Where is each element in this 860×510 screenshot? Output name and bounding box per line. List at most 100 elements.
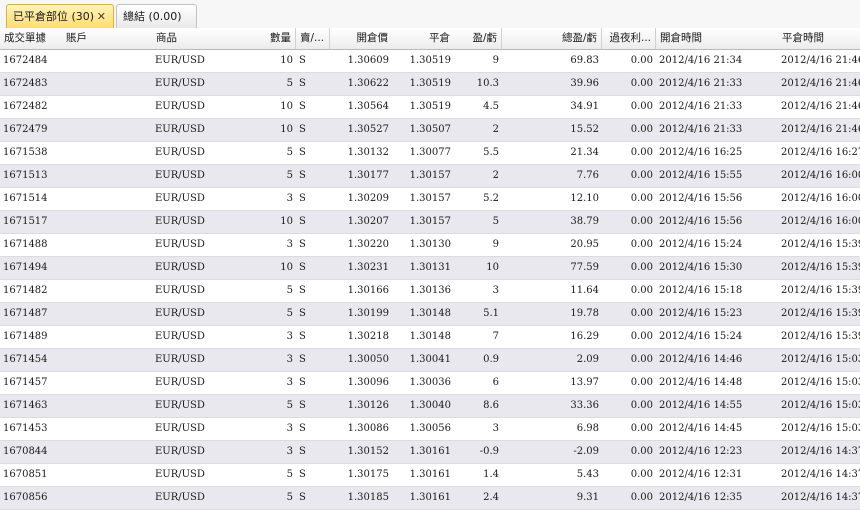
cell-open-time: 2012/4/16 15:55 [659,170,743,181]
column-header-open-time[interactable]: 開倉時間 [656,28,778,49]
cell-rollover: 0.00 [630,423,653,434]
table-row[interactable]: 1671482 EUR/USD 5 S 1.30166 1.30136 3 11.64 0.00… [0,280,860,303]
column-header-close-price[interactable]: 平倉 [392,28,454,49]
column-header-side[interactable]: 賣/... [296,28,330,49]
cell-ticket: 1671494 [3,262,48,273]
cell-symbol: EUR/USD [155,354,205,365]
table-row[interactable]: 1672484 EUR/USD 10 S 1.30609 1.30519 9 69.83 0.0… [0,50,860,73]
cell-quantity: 5 [286,147,293,158]
cell-close-time: 2012/4/16 15:39 [781,331,860,342]
cell-rollover: 0.00 [630,78,653,89]
cell-pl: 2 [492,124,499,135]
cell-quantity: 3 [286,423,293,434]
cell-total-pl: 33.36 [570,400,599,411]
column-header-account[interactable]: 賬戶 [62,28,152,49]
cell-close-price: 1.30148 [409,308,451,319]
table-row[interactable]: 1671453 EUR/USD 3 S 1.30086 1.30056 3 6.98 0.00 2… [0,418,860,441]
cell-total-pl: 21.34 [570,147,599,158]
cell-symbol: EUR/USD [155,170,205,181]
column-header-ticket[interactable]: 成交單據 [0,28,62,49]
cell-side: S [299,216,306,227]
table-row[interactable]: 1671457 EUR/USD 3 S 1.30096 1.30036 6 13.97 0.00… [0,372,860,395]
cell-close-time: 2012/4/16 21:46 [781,55,860,66]
table-row[interactable]: 1670851 EUR/USD 5 S 1.30175 1.30161 1.4 5.43 0.0… [0,464,860,487]
cell-quantity: 5 [286,308,293,319]
table-row[interactable]: 1670856 EUR/USD 5 S 1.30185 1.30161 2.4 9.31 0.0… [0,487,860,510]
table-row[interactable]: 1671488 EUR/USD 3 S 1.30220 1.30130 9 20.95 0.00… [0,234,860,257]
cell-account [62,487,152,509]
cell-rollover: 0.00 [630,354,653,365]
column-header-rollover[interactable]: 過夜利... [602,28,656,49]
cell-pl: 5.1 [483,308,499,319]
cell-close-time: 2012/4/16 16:00 [781,216,860,227]
cell-quantity: 10 [280,216,293,227]
tab-summary[interactable]: 總結 (0.00) [116,4,197,28]
cell-rollover: 0.00 [630,308,653,319]
cell-open-price: 1.30218 [347,331,389,342]
cell-open-time: 2012/4/16 21:33 [659,124,743,135]
column-header-open-price[interactable]: 開倉價 [330,28,392,49]
closed-positions-table: 成交單據 賬戶 商品 數量 賣/... 開倉價 平倉 盈/虧 總盈/虧 過夜利... 開倉時間 平倉時… [0,28,860,510]
cell-open-time: 2012/4/16 12:31 [659,469,743,480]
table-row[interactable]: 1671454 EUR/USD 3 S 1.30050 1.30041 0.9 2.09 0.0… [0,349,860,372]
cell-account [62,142,152,164]
cell-rollover: 0.00 [630,239,653,250]
table-body: 1672484 EUR/USD 10 S 1.30609 1.30519 9 69.83 0.0… [0,50,860,510]
cell-symbol: EUR/USD [155,331,205,342]
table-row[interactable]: 1671538 EUR/USD 5 S 1.30132 1.30077 5.5 21.34 0.… [0,142,860,165]
cell-side: S [299,308,306,319]
cell-open-price: 1.30564 [347,101,389,112]
table-row[interactable]: 1671489 EUR/USD 3 S 1.30218 1.30148 7 16.29 0.00… [0,326,860,349]
close-icon[interactable]: ✕ [97,5,106,28]
table-row[interactable]: 1671514 EUR/USD 3 S 1.30209 1.30157 5.2 12.10 0.… [0,188,860,211]
table-row[interactable]: 1672482 EUR/USD 10 S 1.30564 1.30519 4.5 34.91 0… [0,96,860,119]
cell-account [62,211,152,233]
table-row[interactable]: 1671517 EUR/USD 10 S 1.30207 1.30157 5 38.79 0.0… [0,211,860,234]
cell-total-pl: 7.76 [576,170,599,181]
column-header-total-pl[interactable]: 總盈/虧 [502,28,602,49]
column-header-pl[interactable]: 盈/虧 [454,28,502,49]
cell-side: S [299,377,306,388]
cell-ticket: 1670844 [3,446,48,457]
cell-open-time: 2012/4/16 15:56 [659,216,743,227]
table-row[interactable]: 1671487 EUR/USD 5 S 1.30199 1.30148 5.1 19.78 0.… [0,303,860,326]
cell-account [62,303,152,325]
table-row[interactable]: 1671513 EUR/USD 5 S 1.30177 1.30157 2 7.76 0.00 2… [0,165,860,188]
cell-side: S [299,354,306,365]
cell-total-pl: 77.59 [570,262,599,273]
cell-total-pl: 20.95 [570,239,599,250]
column-header-quantity[interactable]: 數量 [228,28,296,49]
cell-open-price: 1.30231 [347,262,389,273]
cell-side: S [299,446,306,457]
cell-total-pl: 11.64 [570,285,599,296]
cell-side: S [299,78,306,89]
cell-quantity: 5 [286,170,293,181]
tab-closed-positions[interactable]: 已平倉部位 (30) ✕ [6,4,114,28]
cell-close-price: 1.30161 [409,469,451,480]
cell-symbol: EUR/USD [155,216,205,227]
table-row[interactable]: 1671463 EUR/USD 5 S 1.30126 1.30040 8.6 33.36 0.… [0,395,860,418]
cell-close-time: 2012/4/16 15:39 [781,239,860,250]
table-row[interactable]: 1670844 EUR/USD 3 S 1.30152 1.30161 -0.9 -2.09 0… [0,441,860,464]
cell-account [62,372,152,394]
cell-open-time: 2012/4/16 21:34 [659,55,743,66]
cell-total-pl: -2.09 [573,446,599,457]
table-row[interactable]: 1671494 EUR/USD 10 S 1.30231 1.30131 10 77.59 0.… [0,257,860,280]
table-row[interactable]: 1672479 EUR/USD 10 S 1.30527 1.30507 2 15.52 0.0… [0,119,860,142]
cell-quantity: 10 [280,55,293,66]
cell-account [62,165,152,187]
cell-account [62,418,152,440]
cell-side: S [299,262,306,273]
cell-ticket: 1672484 [3,55,48,66]
cell-close-price: 1.30157 [409,193,451,204]
cell-total-pl: 39.96 [570,78,599,89]
cell-close-time: 2012/4/16 15:39 [781,285,860,296]
cell-close-time: 2012/4/16 14:37 [781,446,860,457]
cell-ticket: 1671454 [3,354,48,365]
column-header-close-time[interactable]: 平倉時間 [778,28,860,49]
table-row[interactable]: 1672483 EUR/USD 5 S 1.30622 1.30519 10.3 39.96 0… [0,73,860,96]
cell-quantity: 5 [286,78,293,89]
column-header-symbol[interactable]: 商品 [152,28,228,49]
cell-symbol: EUR/USD [155,469,205,480]
cell-open-time: 2012/4/16 14:46 [659,354,743,365]
